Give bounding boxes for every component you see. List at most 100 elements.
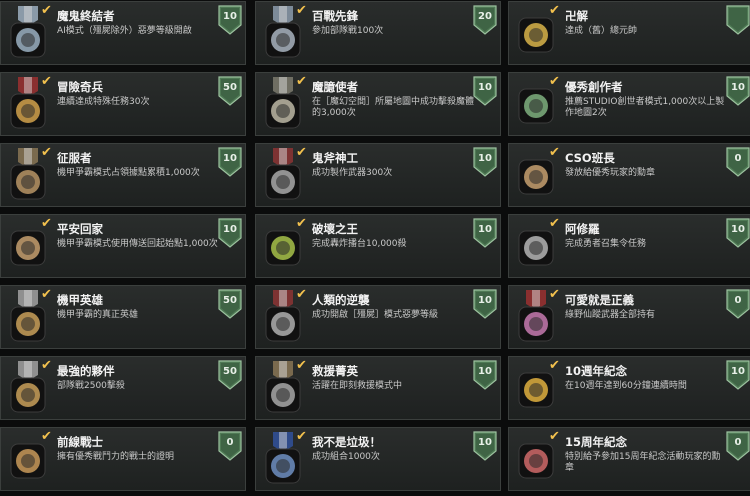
points-badge: 0 bbox=[726, 431, 750, 461]
points-badge: 10 bbox=[473, 147, 497, 177]
achievement-title: 百戰先鋒 bbox=[312, 9, 358, 23]
points-value: 10 bbox=[478, 437, 492, 448]
achievement-card[interactable]: ✔ 最強的夥伴部隊戰2500擊殺 50 bbox=[0, 356, 246, 420]
achievement-description: 發放給優秀玩家的勳章 bbox=[565, 168, 656, 178]
achievement-card[interactable]: ✔ 前線戰士擁有優秀戰鬥力的戰士的證明 0 bbox=[0, 427, 246, 491]
points-badge: 10 bbox=[726, 76, 750, 106]
points-value: 10 bbox=[731, 82, 745, 93]
completed-check-icon: ✔ bbox=[549, 429, 560, 444]
points-value: 10 bbox=[223, 153, 237, 164]
achievement-card[interactable]: ✔ 卍解達成（舊）總元帥 bbox=[508, 1, 750, 65]
completed-check-icon: ✔ bbox=[41, 429, 52, 444]
achievement-title: 我不是垃圾！ bbox=[312, 435, 381, 449]
completed-check-icon: ✔ bbox=[549, 74, 560, 89]
completed-check-icon: ✔ bbox=[41, 3, 52, 18]
achievement-description: 特別給予參加15周年紀念活動玩家的勳章 bbox=[565, 452, 721, 473]
achievement-title: 機甲英雄 bbox=[57, 293, 103, 307]
achievement-description: 成功組合1000次 bbox=[312, 452, 380, 462]
achievement-card[interactable]: ✔ 鬼斧神工 成功製作武器300次 10 bbox=[255, 143, 501, 207]
points-badge: 10 bbox=[218, 5, 242, 35]
achievement-description: 綠野仙蹤武器全部持有 bbox=[565, 310, 656, 320]
achievement-description: 在10週年達到60分鐘連續時間 bbox=[565, 381, 687, 391]
achievement-description: 擁有優秀戰鬥力的戰士的證明 bbox=[57, 452, 175, 462]
points-value: 10 bbox=[478, 153, 492, 164]
achievement-card[interactable]: ✔ 阿修羅 完成勇者召集令任務 10 bbox=[508, 214, 750, 278]
points-value: 10 bbox=[478, 295, 492, 306]
points-value: 10 bbox=[731, 366, 745, 377]
achievement-title: CSO班長 bbox=[565, 151, 615, 165]
achievement-description: 達成（舊）總元帥 bbox=[565, 26, 638, 36]
completed-check-icon: ✔ bbox=[41, 358, 52, 373]
achievement-title: 卍解 bbox=[565, 9, 588, 23]
achievement-card[interactable]: ✔ 征服者機甲爭霸模式占領據點累積1,000次 10 bbox=[0, 143, 246, 207]
points-value: 10 bbox=[223, 224, 237, 235]
achievement-description: 成功開啟［殭屍］模式惡夢等級 bbox=[312, 310, 439, 320]
achievement-description: 部隊戰2500擊殺 bbox=[57, 381, 125, 391]
points-value: 20 bbox=[478, 11, 492, 22]
points-badge: 10 bbox=[218, 147, 242, 177]
achievement-card[interactable]: ✔ 百戰先鋒 參加部隊戰100次 20 bbox=[255, 1, 501, 65]
completed-check-icon: ✔ bbox=[296, 74, 307, 89]
points-value: 50 bbox=[223, 366, 237, 377]
achievement-card[interactable]: ✔ 冒險奇兵 連續達成特殊任務30次 50 bbox=[0, 72, 246, 136]
points-badge: 50 bbox=[218, 289, 242, 319]
achievement-title: 15周年紀念 bbox=[565, 435, 628, 449]
completed-check-icon: ✔ bbox=[41, 74, 52, 89]
points-value: 0 bbox=[734, 295, 742, 306]
points-badge: 10 bbox=[473, 360, 497, 390]
achievement-title: 可愛就是正義 bbox=[565, 293, 634, 307]
achievement-card[interactable]: ✔ CSO班長 發放給優秀玩家的勳章 0 bbox=[508, 143, 750, 207]
completed-check-icon: ✔ bbox=[549, 358, 560, 373]
achievement-description: 機甲爭霸模式占領據點累積1,000次 bbox=[57, 168, 200, 178]
completed-check-icon: ✔ bbox=[296, 358, 307, 373]
points-value: 10 bbox=[223, 11, 237, 22]
completed-check-icon: ✔ bbox=[296, 216, 307, 231]
completed-check-icon: ✔ bbox=[41, 145, 52, 160]
achievement-card[interactable]: ✔ 平安回家機甲爭霸模式使用傳送回起始點1,000次 10 bbox=[0, 214, 246, 278]
achievement-card[interactable]: ✔ 優秀創作者 推薦STUDIO創世者模式1,000次以上製作地圖2次 10 bbox=[508, 72, 750, 136]
achievement-description: 活躍在即刻救援模式中 bbox=[312, 381, 403, 391]
points-value: 10 bbox=[478, 82, 492, 93]
achievement-description: 推薦STUDIO創世者模式1,000次以上製作地圖2次 bbox=[565, 97, 725, 118]
achievement-card[interactable]: ✔ 10週年紀念 在10週年達到60分鐘連續時間 10 bbox=[508, 356, 750, 420]
achievement-title: 救援菁英 bbox=[312, 364, 358, 378]
completed-check-icon: ✔ bbox=[41, 216, 52, 231]
points-badge: 10 bbox=[473, 218, 497, 248]
achievement-title: 魔鬼終結者 bbox=[57, 9, 115, 23]
achievement-description: 連續達成特殊任務30次 bbox=[57, 97, 150, 107]
points-badge: 0 bbox=[726, 147, 750, 177]
points-badge: 10 bbox=[473, 431, 497, 461]
achievement-description: 參加部隊戰100次 bbox=[312, 26, 384, 36]
completed-check-icon: ✔ bbox=[41, 287, 52, 302]
achievement-card[interactable]: ✔ 15周年紀念特別給予參加15周年紀念活動玩家的勳章 0 bbox=[508, 427, 750, 491]
achievement-description: 機甲爭霸的真正英雄 bbox=[57, 310, 139, 320]
points-value: 0 bbox=[734, 437, 742, 448]
achievement-card[interactable]: ✔ 我不是垃圾！ 成功組合1000次 10 bbox=[255, 427, 501, 491]
achievement-title: 征服者 bbox=[57, 151, 92, 165]
achievement-title: 冒險奇兵 bbox=[57, 80, 103, 94]
achievement-card[interactable]: ✔ 機甲英雄機甲爭霸的真正英雄 50 bbox=[0, 285, 246, 349]
points-badge: 10 bbox=[726, 360, 750, 390]
achievement-card[interactable]: ✔ 破壞之王完成轟炸播台10,000殺 10 bbox=[255, 214, 501, 278]
achievement-title: 前線戰士 bbox=[57, 435, 103, 449]
points-badge: 50 bbox=[218, 360, 242, 390]
points-value: 0 bbox=[734, 153, 742, 164]
achievement-card[interactable]: ✔ 救援菁英活躍在即刻救援模式中 10 bbox=[255, 356, 501, 420]
achievement-title: 破壞之王 bbox=[312, 222, 358, 236]
points-value: 0 bbox=[226, 437, 234, 448]
completed-check-icon: ✔ bbox=[296, 429, 307, 444]
points-badge: 10 bbox=[726, 218, 750, 248]
achievement-title: 平安回家 bbox=[57, 222, 103, 236]
achievement-description: 完成勇者召集令任務 bbox=[565, 239, 647, 249]
completed-check-icon: ✔ bbox=[549, 3, 560, 18]
achievement-description: 完成轟炸播台10,000殺 bbox=[312, 239, 407, 249]
achievement-card[interactable]: ✔ 魔臆使者 在［魔幻空間］所屬地圖中成功擊殺魔體的3,000次 10 bbox=[255, 72, 501, 136]
completed-check-icon: ✔ bbox=[296, 287, 307, 302]
achievement-card[interactable]: ✔ 人類的逆襲 成功開啟［殭屍］模式惡夢等級 10 bbox=[255, 285, 501, 349]
achievement-card[interactable]: ✔ 可愛就是正義 綠野仙蹤武器全部持有 0 bbox=[508, 285, 750, 349]
achievement-title: 最強的夥伴 bbox=[57, 364, 115, 378]
achievement-card[interactable]: ✔ 魔鬼終結者 AI模式（殭屍除外）惡夢等級開啟 10 bbox=[0, 1, 246, 65]
achievement-description: 機甲爭霸模式使用傳送回起始點1,000次 bbox=[57, 239, 218, 249]
achievement-title: 鬼斧神工 bbox=[312, 151, 358, 165]
points-badge: 10 bbox=[473, 289, 497, 319]
